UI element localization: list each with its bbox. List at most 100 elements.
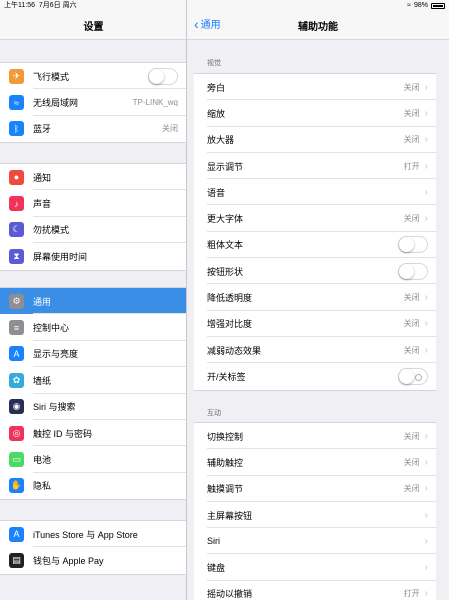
battery-icon: ▭: [9, 452, 24, 468]
sidebar-item[interactable]: ▤ 钱包与 Apple Pay: [0, 547, 186, 573]
settings-row-label: 更大字体: [207, 214, 244, 225]
settings-row[interactable]: 旁白 关闭 ›: [194, 74, 436, 101]
settings-group: 旁白 关闭 › 缩放 关闭 › 放大器 关闭 › 显示调节 打开 › 语音 › 更大字体 关闭 › 粗体文本 按钮形…: [194, 73, 436, 391]
settings-row-value: 打开: [403, 589, 420, 599]
sidebar-item[interactable]: ✿ 墙纸: [0, 367, 186, 394]
sidebar-item-label: iTunes Store 与 App Store: [33, 529, 138, 540]
sidebar-item[interactable]: ● 通知: [0, 164, 186, 191]
settings-row-label: 旁白: [207, 82, 226, 93]
settings-row-value: 关闭: [403, 484, 420, 494]
control-center-icon: ≡: [9, 320, 24, 336]
settings-row-label: 触摸调节: [207, 484, 244, 495]
settings-row[interactable]: 触摸调节 关闭 ›: [194, 476, 436, 503]
status-date: 7月6日 周六: [38, 2, 77, 9]
settings-row-label: 按钮形状: [207, 266, 244, 277]
settings-row-label: 显示调节: [207, 161, 244, 172]
airplane-mode-toggle[interactable]: [148, 67, 178, 85]
settings-row-value: 关闭: [403, 293, 420, 303]
chevron-right-icon: ›: [424, 318, 428, 330]
settings-row[interactable]: 缩放 关闭 ›: [194, 100, 436, 127]
sidebar-item[interactable]: ☾ 勿扰模式: [0, 217, 186, 244]
settings-row-label: 降低透明度: [207, 293, 253, 304]
sidebar-item[interactable]: ⧗ 屏幕使用时间: [0, 243, 186, 269]
sidebar-item[interactable]: ≈ 无线局域网 TP-LINK_wq: [0, 89, 186, 117]
settings-row[interactable]: 开/关标签: [194, 363, 436, 389]
toggle-switch[interactable]: [398, 236, 428, 254]
sidebar-item-value: TP-LINK_wq: [132, 98, 178, 108]
chevron-right-icon: ›: [424, 107, 428, 119]
settings-row[interactable]: 减弱动态效果 关闭 ›: [194, 337, 436, 364]
chevron-right-icon: ›: [424, 81, 428, 93]
toggle-switch[interactable]: [398, 367, 428, 385]
sidebar-item-label: 通知: [33, 172, 52, 183]
sidebar-item-label: 电池: [33, 455, 52, 466]
bluetooth-icon: ᛒ: [9, 121, 24, 137]
sidebar-item[interactable]: ♪ 声音: [0, 190, 186, 218]
sidebar-item[interactable]: ᛒ 蓝牙 关闭: [0, 116, 186, 142]
screen-time-icon: ⧗: [9, 248, 24, 264]
settings-row[interactable]: 放大器 关闭 ›: [194, 127, 436, 154]
sidebar-item-label: 蓝牙: [33, 124, 52, 135]
settings-row[interactable]: 增强对比度 关闭 ›: [194, 311, 436, 338]
gear-icon: ⚙: [9, 293, 24, 309]
settings-row[interactable]: 主屏幕按钮 ›: [194, 502, 436, 529]
settings-sidebar: 设置 ✈ 飞行模式 ≈ 无线局域网 TP-LINK_wq ᛒ 蓝牙 关闭 ● 通知 ♪ 声音 ☾ 勿扰模式…: [0, 0, 187, 600]
chevron-right-icon: ›: [424, 344, 428, 356]
sidebar-item[interactable]: ✈ 飞行模式: [0, 63, 186, 90]
accessibility-pane: ‹ 通用 辅助功能 视觉 旁白 关闭 › 缩放 关闭 › 放大器 关闭 › 显示调节 打开 › 语音 › 更大…: [187, 0, 449, 600]
sidebar-item[interactable]: AiTunes Store 与 App Store: [0, 521, 186, 548]
settings-group: ● 通知 ♪ 声音 ☾ 勿扰模式 ⧗ 屏幕使用时间: [0, 163, 186, 271]
chevron-right-icon: ›: [424, 186, 428, 198]
settings-row[interactable]: 切换控制 关闭 ›: [194, 423, 436, 450]
settings-row-label: 缩放: [207, 108, 226, 119]
settings-row-label: 减弱动态效果: [207, 345, 262, 356]
sidebar-item[interactable]: ▭ 电池: [0, 446, 186, 474]
sidebar-item[interactable]: ⚙ 通用: [0, 288, 186, 315]
display-icon: A: [9, 346, 24, 362]
chevron-right-icon: ›: [424, 509, 428, 521]
wifi-icon: ≈: [9, 95, 24, 111]
siri-icon: ◉: [9, 399, 24, 415]
settings-row-label: 辅助触控: [207, 457, 244, 468]
sidebar-item-label: 飞行模式: [33, 71, 70, 82]
battery-percent: 98%: [413, 2, 428, 9]
settings-row[interactable]: Siri ›: [194, 528, 436, 555]
sidebar-item[interactable]: ◎ 触控 ID 与密码: [0, 420, 186, 447]
sidebar-item[interactable]: ◉ Siri 与搜索: [0, 394, 186, 421]
settings-row-value: 关闭: [403, 82, 420, 92]
settings-group: AiTunes Store 与 App Store ▤ 钱包与 Apple Pay: [0, 520, 186, 575]
status-time-date: 上午11:56 7月6日 周六: [4, 0, 77, 11]
sidebar-item[interactable]: A 显示与亮度: [0, 341, 186, 368]
settings-row[interactable]: 语音 ›: [194, 179, 436, 206]
settings-row[interactable]: 粗体文本: [194, 232, 436, 259]
toggle-switch[interactable]: [398, 262, 428, 280]
settings-row-label: 放大器: [207, 135, 235, 146]
sidebar-item-label: 显示与亮度: [33, 349, 79, 360]
settings-group: ✈ 飞行模式 ≈ 无线局域网 TP-LINK_wq ᛒ 蓝牙 关闭: [0, 62, 186, 144]
sidebar-item-label: 通用: [33, 296, 52, 307]
settings-row[interactable]: 键盘 ›: [194, 554, 436, 582]
sidebar-item-label: 钱包与 Apple Pay: [33, 556, 104, 567]
settings-row[interactable]: 按钮形状: [194, 258, 436, 285]
settings-row[interactable]: 显示调节 打开 ›: [194, 153, 436, 180]
settings-row[interactable]: 辅助触控 关闭 ›: [194, 449, 436, 476]
sidebar-item-label: 无线局域网: [33, 98, 79, 109]
sidebar-item-label: 勿扰模式: [33, 225, 70, 236]
sidebar-item[interactable]: ≡ 控制中心: [0, 314, 186, 342]
sidebar-item-label: 隐私: [33, 481, 52, 492]
settings-row-value: 关闭: [403, 214, 420, 224]
chevron-right-icon: ›: [424, 292, 428, 304]
settings-row-label: 摇动以撤销: [207, 589, 253, 600]
sidebar-item-label: 墙纸: [33, 375, 52, 386]
settings-row[interactable]: 更大字体 关闭 ›: [194, 205, 436, 233]
settings-row-label: 开/关标签: [207, 371, 246, 382]
wallpaper-icon: ✿: [9, 372, 24, 388]
chevron-right-icon: ›: [424, 483, 428, 495]
settings-row-value: 打开: [403, 161, 420, 171]
chevron-right-icon: ›: [424, 213, 428, 225]
settings-row[interactable]: 摇动以撤销 打开 ›: [194, 581, 436, 600]
sidebar-item[interactable]: ✋ 隐私: [0, 473, 186, 499]
settings-row[interactable]: 降低透明度 关闭 ›: [194, 284, 436, 311]
settings-row-value: 关闭: [403, 431, 420, 441]
chevron-right-icon: ›: [424, 456, 428, 468]
